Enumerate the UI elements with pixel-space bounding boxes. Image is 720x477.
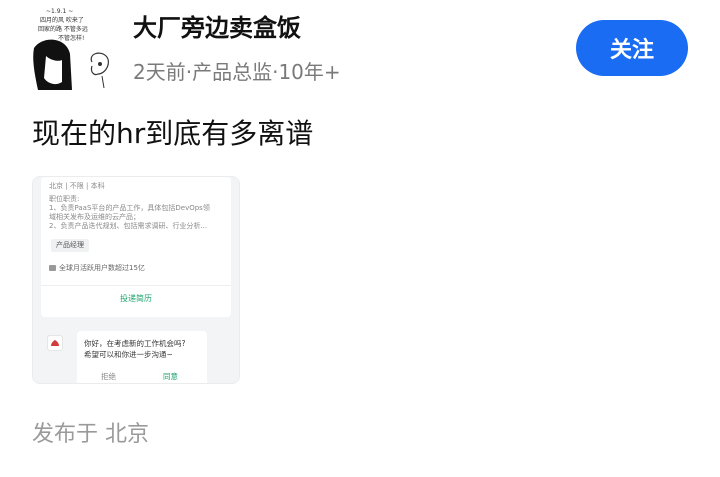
svg-text:回家的路 不管多远: 回家的路 不管多远 bbox=[38, 25, 88, 33]
job-users-text: 全球月活跃用户数超过15亿 bbox=[59, 264, 145, 272]
svg-text:~1.9.1 ~: ~1.9.1 ~ bbox=[46, 8, 73, 15]
agree-button: 同意 bbox=[163, 372, 178, 381]
chat-bubble: 你好，在考虑新的工作机会吗? 希望可以和你进一步沟通~ 拒绝 同意 bbox=[77, 331, 207, 383]
thumbs-up-icon bbox=[49, 265, 56, 271]
company-logo-icon bbox=[47, 335, 63, 351]
chat-message: 你好，在考虑新的工作机会吗? bbox=[84, 339, 186, 348]
job-card: 北京 | 不限 | 本科 职位职责: 1、负责PaaS平台的产品工作，具体包括D… bbox=[41, 177, 231, 317]
post-location: 发布于 北京 bbox=[32, 422, 149, 447]
avatar[interactable]: ~1.9.1 ~ 四月的风 吹来了 回家的路 不管多远 不管怎样! bbox=[32, 2, 122, 92]
author-name[interactable]: 大厂旁边卖盒饭 bbox=[133, 8, 301, 43]
job-role-tag: 产品经理 bbox=[51, 239, 89, 252]
apply-button: 投递简历 bbox=[120, 294, 152, 303]
svg-text:四月的风 吹来了: 四月的风 吹来了 bbox=[40, 16, 84, 24]
job-tags: 北京 | 不限 | 本科 bbox=[49, 182, 105, 190]
post-image[interactable]: 北京 | 不限 | 本科 职位职责: 1、负责PaaS平台的产品工作，具体包括D… bbox=[32, 176, 240, 384]
job-desc-line: 2、负责产品迭代规划、包括需求调研、行业分析... bbox=[49, 222, 208, 230]
svg-text:不管怎样!: 不管怎样! bbox=[58, 34, 84, 42]
post-title[interactable]: 现在的hr到底有多离谱 bbox=[32, 112, 313, 152]
follow-button[interactable]: 关注 bbox=[576, 20, 688, 76]
chat-message: 希望可以和你进一步沟通~ bbox=[84, 350, 173, 359]
author-meta: 2天前·产品总监·10年+ bbox=[133, 60, 341, 84]
divider bbox=[41, 285, 231, 286]
reject-button: 拒绝 bbox=[101, 372, 116, 381]
avatar-doodle-icon: ~1.9.1 ~ 四月的风 吹来了 回家的路 不管多远 不管怎样! bbox=[32, 2, 122, 92]
